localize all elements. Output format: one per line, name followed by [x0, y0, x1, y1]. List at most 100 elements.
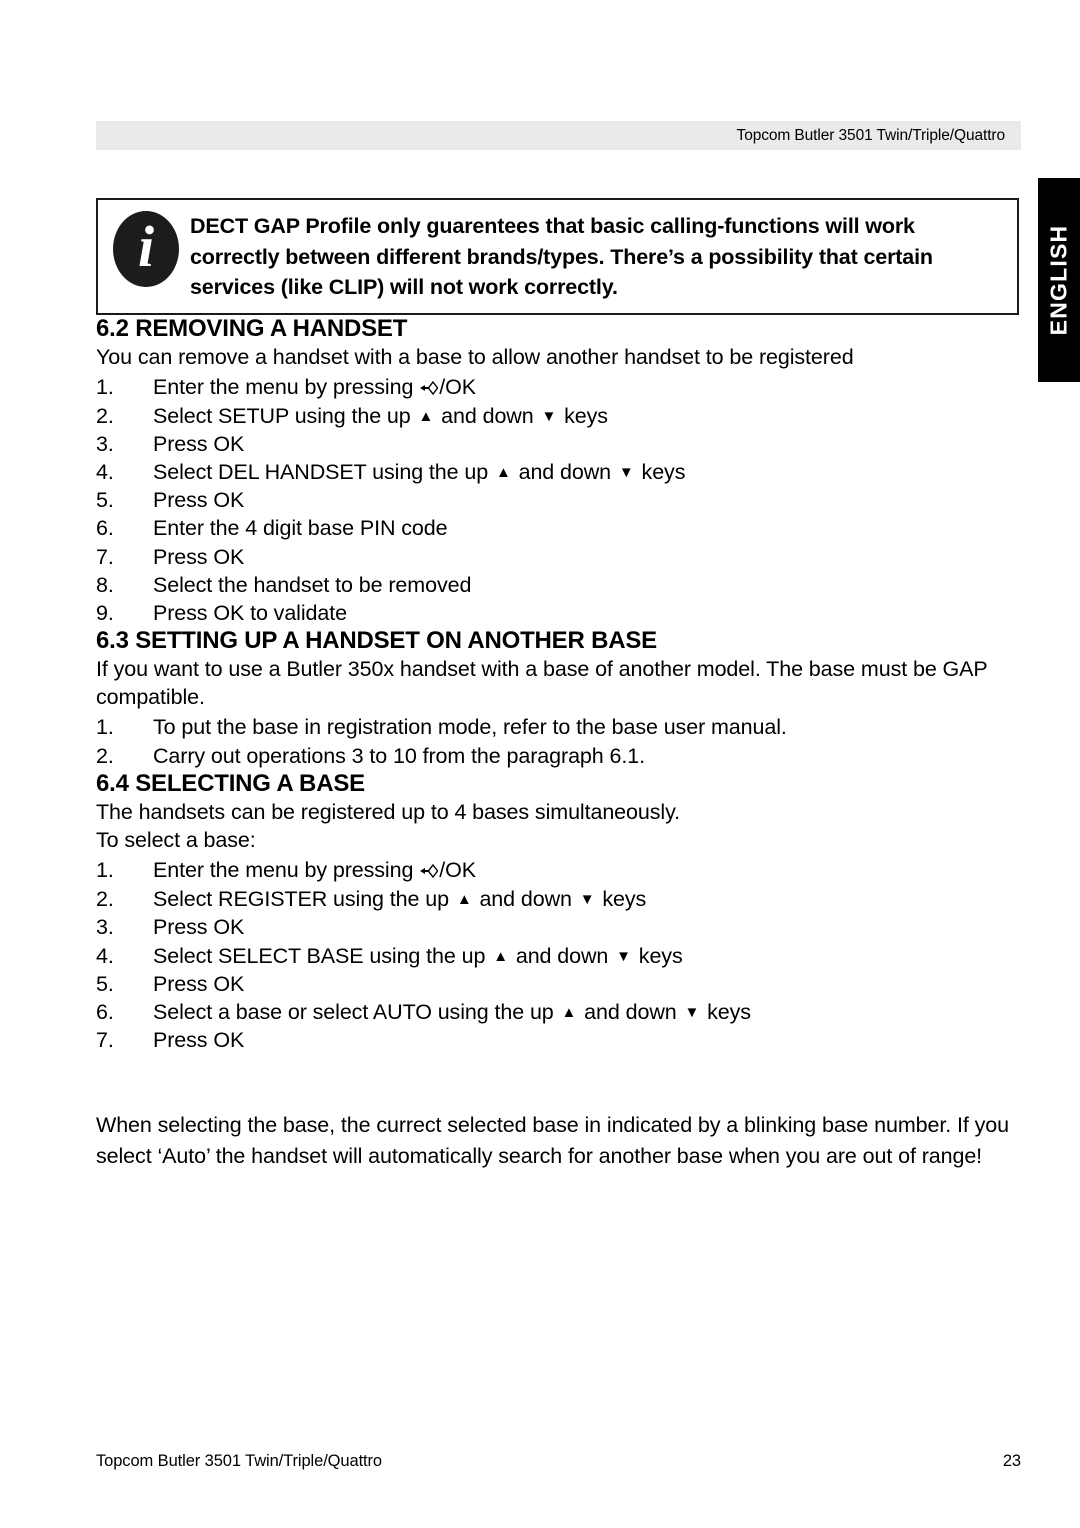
list-item: 4. Select DEL HANDSET using the up ▲ and… — [96, 458, 1021, 486]
up-triangle-icon: ▲ — [418, 407, 434, 425]
footer-page-number: 23 — [1002, 1452, 1021, 1470]
section-heading-6-2: 6.2 REMOVING A HANDSET — [96, 314, 408, 342]
up-triangle-icon: ▲ — [495, 464, 511, 482]
step-text-pre: Enter the menu by pressing — [153, 374, 420, 399]
step-number: 1. — [96, 715, 114, 740]
step-text: Select the handset to be removed — [153, 572, 472, 597]
section-6-4-intro-line-2: To select a base: — [96, 827, 256, 852]
list-item: 8. Select the handset to be removed — [96, 571, 1021, 599]
up-triangle-icon: ▲ — [493, 947, 508, 965]
step-number: 2. — [96, 743, 114, 768]
down-triangle-icon: ▼ — [579, 891, 595, 909]
step-number: 9. — [96, 600, 114, 625]
down-triangle-icon: ▼ — [618, 464, 634, 482]
list-item: 2. Select SETUP using the up ▲ and down … — [96, 402, 1021, 430]
step-text: Press OK to validate — [153, 600, 347, 625]
section-6-4-step-list: 1. Enter the menu by pressing /OK 2. Sel… — [96, 856, 1021, 1054]
step-text-pre: Select DEL HANDSET using the up — [153, 460, 494, 485]
step-text-post: keys — [558, 403, 608, 428]
step-text: Select SELECT BASE using the up ▲ and do… — [153, 942, 1021, 970]
step-number: 3. — [96, 432, 114, 457]
language-side-tab-label: ENGLISH — [1045, 224, 1072, 336]
list-item: 7. Press OK — [96, 543, 1021, 571]
list-item: 1. Enter the menu by pressing /OK — [96, 373, 1021, 402]
step-text: Enter the menu by pressing /OK — [153, 856, 1021, 885]
page-header-title: Topcom Butler 3501 Twin/Triple/Quattro — [736, 126, 1006, 144]
step-text-pre: Enter the menu by pressing — [153, 858, 420, 883]
step-text: Select a base or select AUTO using the u… — [153, 998, 1021, 1026]
step-text: Enter the 4 digit base PIN code — [153, 516, 448, 541]
closing-line-1: When selecting the base, the currect sel… — [96, 1113, 952, 1138]
list-item: 9. Press OK to validate — [96, 599, 1021, 627]
step-number: 5. — [96, 488, 114, 513]
step-text-post: keys — [701, 999, 751, 1024]
step-text-pre: Select SELECT BASE using the up — [153, 943, 492, 968]
info-note-text: DECT GAP Profile only guarentees that ba… — [190, 214, 933, 300]
section-heading-6-3: 6.3 SETTING UP A HANDSET ON ANOTHER BASE — [96, 627, 657, 655]
menu-key-icon — [420, 857, 439, 885]
step-text: To put the base in registration mode, re… — [153, 715, 787, 740]
down-triangle-icon: ▼ — [684, 1003, 700, 1021]
step-text: Press OK — [153, 1027, 245, 1052]
list-item: 6. Select a base or select AUTO using th… — [96, 998, 1021, 1026]
section-6-3-step-list: 1. To put the base in registration mode,… — [96, 713, 1021, 769]
info-icon-letter: i — [137, 214, 155, 279]
closing-paragraph-block: When selecting the base, the currect sel… — [96, 1110, 1021, 1171]
step-number: 4. — [96, 943, 114, 968]
list-item: 4. Select SELECT BASE using the up ▲ and… — [96, 942, 1021, 970]
step-text-post: /OK — [439, 858, 476, 883]
page-footer: Topcom Butler 3501 Twin/Triple/Quattro 2… — [96, 1452, 1021, 1471]
page-header-bar: Topcom Butler 3501 Twin/Triple/Quattro — [96, 121, 1021, 150]
step-text: Press OK — [153, 432, 245, 457]
step-text-mid: and down — [509, 943, 615, 968]
list-item: 3. Press OK — [96, 913, 1021, 941]
step-number: 1. — [96, 374, 114, 399]
section-6-2-intro: You can remove a handset with a base to … — [96, 344, 854, 369]
down-triangle-icon: ▼ — [616, 947, 631, 965]
step-text: Press OK — [153, 544, 245, 569]
step-text: Press OK — [153, 488, 245, 513]
section-6-4-intro-line-1: The handsets can be registered up to 4 b… — [96, 799, 681, 824]
step-text: Select REGISTER using the up ▲ and down … — [153, 885, 1021, 913]
step-text: Select DEL HANDSET using the up ▲ and do… — [153, 458, 1021, 486]
step-number: 7. — [96, 544, 114, 569]
step-text: Enter the menu by pressing /OK — [153, 373, 1021, 402]
step-number: 5. — [96, 971, 114, 996]
step-number: 6. — [96, 999, 114, 1024]
step-number: 3. — [96, 915, 114, 940]
step-text: Select SETUP using the up ▲ and down ▼ k… — [153, 402, 1021, 430]
list-item: 6. Enter the 4 digit base PIN code — [96, 514, 1021, 542]
step-text-mid: and down — [473, 887, 578, 912]
document-page: Topcom Butler 3501 Twin/Triple/Quattro E… — [0, 0, 1080, 1528]
list-item: 7. Press OK — [96, 1026, 1021, 1054]
step-text-mid: and down — [435, 403, 540, 428]
up-triangle-icon: ▲ — [456, 891, 472, 909]
section-6-3-intro: If you want to use a Butler 350x handset… — [96, 657, 988, 710]
info-note-box: i DECT GAP Profile only guarentees that … — [96, 198, 1019, 315]
step-text: Press OK — [153, 915, 245, 940]
step-text: Press OK — [153, 971, 245, 996]
info-icon: i — [113, 211, 179, 287]
language-side-tab: ENGLISH — [1038, 178, 1080, 382]
step-text-post: /OK — [439, 374, 476, 399]
step-number: 8. — [96, 572, 114, 597]
step-text-post: keys — [632, 943, 683, 968]
step-number: 1. — [96, 858, 114, 883]
step-number: 4. — [96, 460, 114, 485]
step-text: Carry out operations 3 to 10 from the pa… — [153, 743, 645, 768]
step-text-post: keys — [596, 887, 647, 912]
step-text-pre: Select a base or select AUTO using the u… — [153, 999, 560, 1024]
step-number: 2. — [96, 403, 114, 428]
step-text-mid: and down — [512, 460, 617, 485]
step-number: 2. — [96, 887, 114, 912]
step-text-post: keys — [635, 460, 686, 485]
list-item: 5. Press OK — [96, 970, 1021, 998]
closing-paragraph: When selecting the base, the currect sel… — [96, 1110, 1021, 1171]
step-number: 7. — [96, 1027, 114, 1052]
step-text-mid: and down — [578, 999, 683, 1024]
list-item: 2. Carry out operations 3 to 10 from the… — [96, 742, 1021, 770]
list-item: 2. Select REGISTER using the up ▲ and do… — [96, 885, 1021, 913]
step-text-pre: Select REGISTER using the up — [153, 887, 455, 912]
section-6-2-step-list: 1. Enter the menu by pressing /OK 2. Sel… — [96, 373, 1021, 627]
step-number: 6. — [96, 516, 114, 541]
